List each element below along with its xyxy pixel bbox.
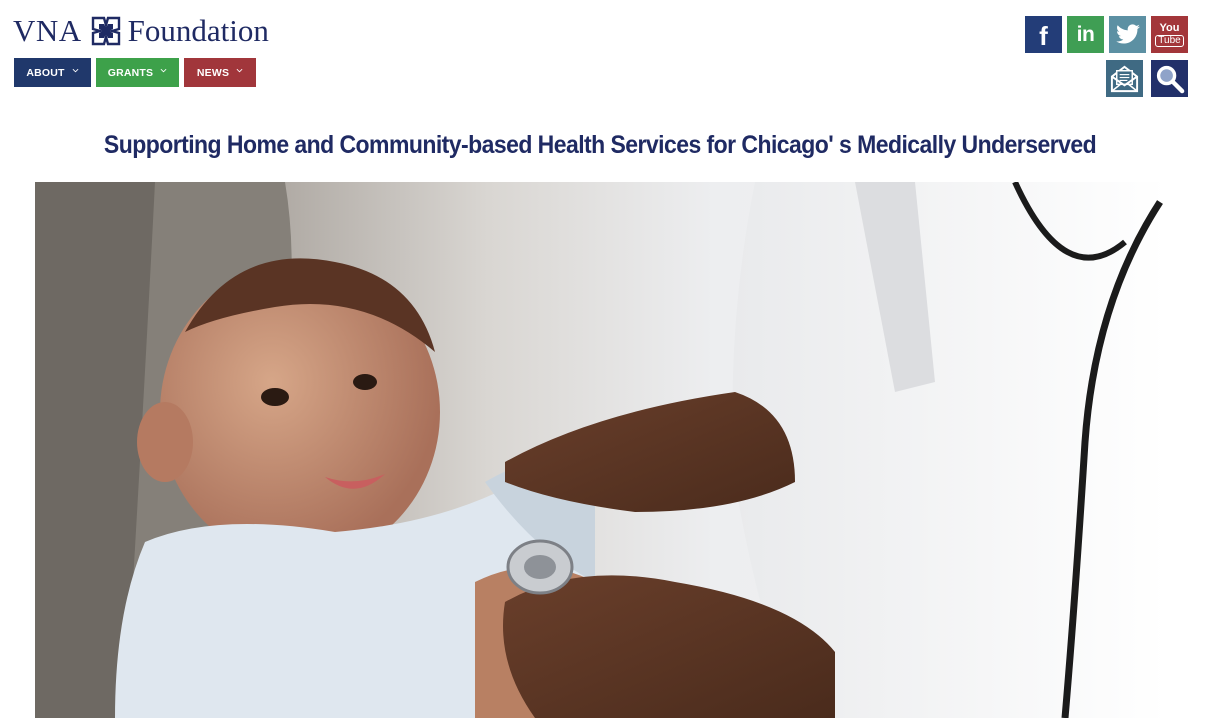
maltese-cross-icon	[91, 16, 120, 46]
search-icon	[1156, 65, 1185, 94]
chevron-down-icon	[72, 68, 79, 73]
envelope-icon	[1110, 65, 1139, 93]
youtube-icon-label-bottom: Tube	[1155, 34, 1184, 47]
search-button[interactable]	[1151, 60, 1188, 97]
twitter-link[interactable]	[1109, 16, 1146, 53]
youtube-icon-label-top: You	[1159, 21, 1180, 34]
site-logo[interactable]: VNA Foundation	[13, 12, 269, 48]
logo-text-foundation: Foundation	[127, 12, 269, 48]
main-nav: ABOUT GRANTS NEWS	[14, 58, 256, 87]
hero-photo-illustration	[35, 182, 1167, 718]
nav-news-button[interactable]: NEWS	[184, 58, 256, 87]
chevron-down-icon	[236, 68, 243, 73]
linkedin-icon: in	[1076, 22, 1095, 46]
nav-grants-button[interactable]: GRANTS	[96, 58, 179, 87]
facebook-icon: f	[1039, 21, 1048, 51]
nav-grants-label: GRANTS	[107, 66, 154, 79]
chevron-down-icon	[160, 68, 167, 73]
facebook-link[interactable]: f	[1025, 16, 1062, 53]
twitter-icon	[1115, 23, 1140, 44]
nav-about-button[interactable]: ABOUT	[14, 58, 91, 87]
page-tagline: Supporting Home and Community-based Heal…	[103, 131, 1097, 159]
hero-image	[35, 182, 1167, 718]
nav-about-label: ABOUT	[26, 66, 65, 79]
youtube-link[interactable]: You Tube	[1151, 16, 1188, 53]
social-links: f in You Tube	[1025, 16, 1188, 53]
utility-links	[1106, 60, 1188, 97]
newsletter-button[interactable]	[1106, 60, 1143, 97]
logo-text-vna: VNA	[13, 12, 82, 48]
linkedin-link[interactable]: in	[1067, 16, 1104, 53]
nav-news-label: NEWS	[196, 66, 230, 79]
